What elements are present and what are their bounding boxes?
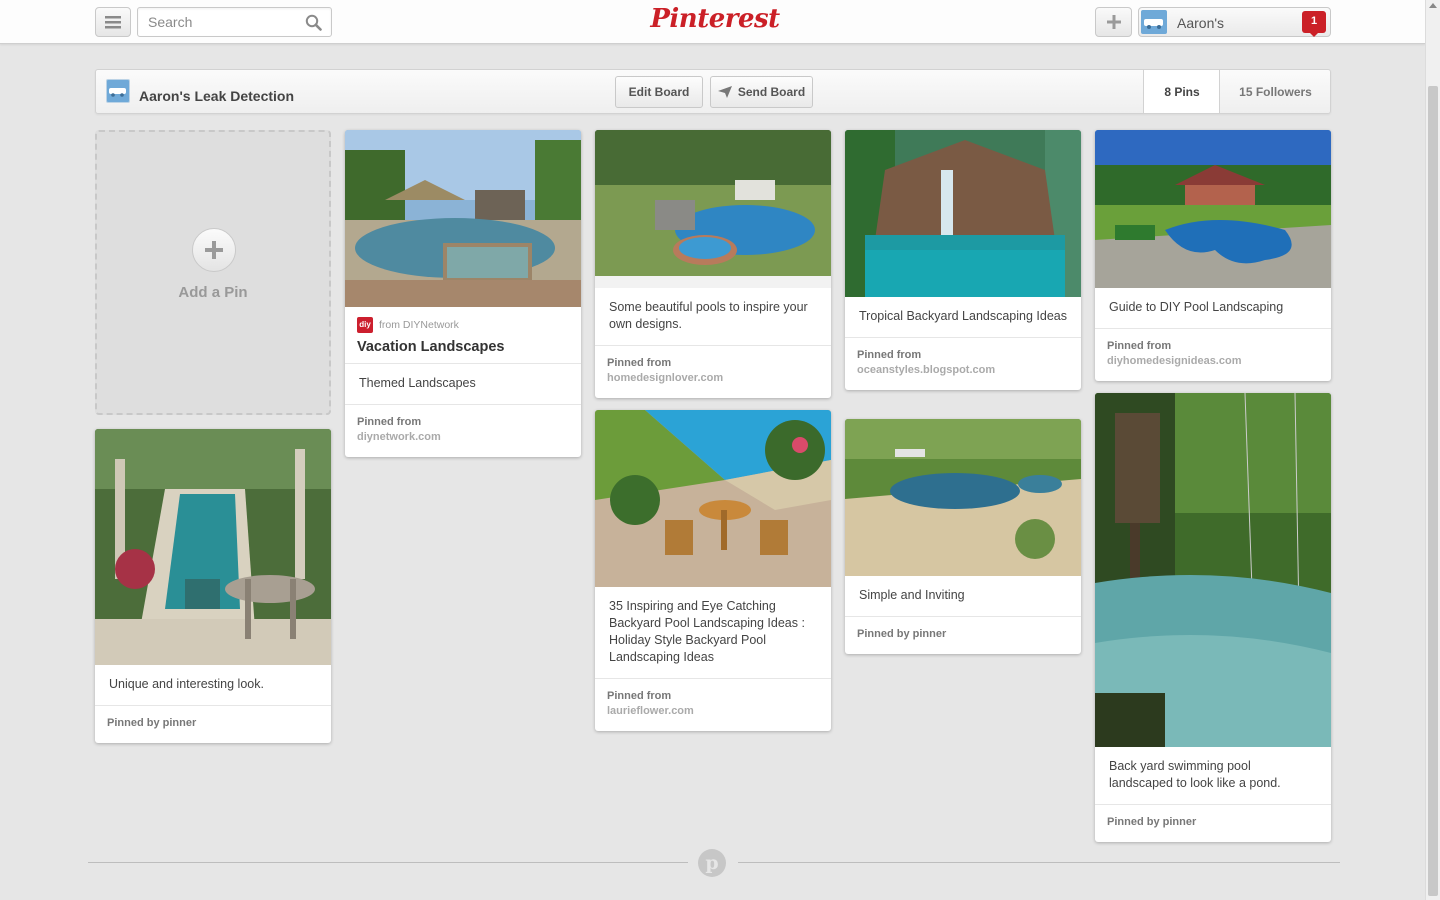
pin-credit-source[interactable]: oceanstyles.blogspot.com <box>857 363 1069 378</box>
pin-description: Guide to DIY Pool Landscaping <box>1095 288 1331 329</box>
tab-pins[interactable]: 8 Pins <box>1143 70 1220 113</box>
pin-card[interactable]: Tropical Backyard Landscaping Ideas Pinn… <box>845 130 1081 390</box>
pin-credit-prefix: Pinned from <box>607 357 672 369</box>
pin-credit-source[interactable]: diyhomedesignideas.com <box>1107 354 1319 369</box>
pin-from-label[interactable]: from DIYNetwork <box>379 319 459 331</box>
van-icon <box>109 88 126 97</box>
avatar <box>1141 10 1167 34</box>
search-box <box>137 7 332 37</box>
pin-credit-source[interactable]: pinner <box>1163 816 1197 828</box>
pin-credit: Pinned from diyhomedesignideas.com <box>1095 329 1331 381</box>
pin-description: Tropical Backyard Landscaping Ideas <box>845 297 1081 338</box>
pin-credit: Pinned from oceanstyles.blogspot.com <box>845 338 1081 390</box>
board-header: Aaron's Leak Detection Edit Board Send B… <box>95 69 1331 114</box>
pin-credit-prefix: Pinned from <box>357 416 422 428</box>
board-title: Aaron's Leak Detection <box>139 88 295 104</box>
send-board-label: Send Board <box>737 85 806 99</box>
pin-credit-source[interactable]: homedesignlover.com <box>607 371 819 386</box>
pin-description: Themed Landscapes <box>345 364 581 405</box>
pin-image[interactable] <box>95 429 331 665</box>
pin-credit-prefix: Pinned from <box>607 690 672 702</box>
pinterest-logo[interactable]: Pinterest <box>640 4 790 34</box>
pin-card[interactable]: diy from DIYNetwork Vacation Landscapes … <box>345 130 581 457</box>
hamburger-icon <box>105 15 121 28</box>
pin-description: Some beautiful pools to inspire your own… <box>595 288 831 346</box>
pin-credit-source[interactable]: laurieflower.com <box>607 704 819 719</box>
search-icon[interactable] <box>305 14 322 31</box>
pin-credit: Pinned by pinner <box>1095 805 1331 842</box>
pin-image[interactable] <box>595 410 831 587</box>
board-avatar <box>106 79 130 103</box>
pin-credit-source[interactable]: diynetwork.com <box>357 430 569 445</box>
pin-credit: Pinned from laurieflower.com <box>595 679 831 731</box>
scroll-thumb[interactable] <box>1428 86 1438 896</box>
pin-card[interactable]: Simple and Inviting Pinned by pinner <box>845 419 1081 654</box>
tab-followers[interactable]: 15 Followers <box>1219 70 1331 113</box>
footer-divider-right <box>738 862 1340 863</box>
pin-credit-source[interactable]: pinner <box>913 628 947 640</box>
pin-description: Unique and interesting look. <box>95 665 331 706</box>
pinterest-p-icon[interactable]: p <box>698 849 726 877</box>
page-scrollbar[interactable] <box>1425 0 1440 900</box>
scroll-up-arrow-icon[interactable] <box>1429 3 1437 8</box>
add-button[interactable] <box>1095 7 1132 37</box>
pin-credit-prefix: Pinned from <box>1107 340 1172 352</box>
pin-image[interactable] <box>1095 130 1331 288</box>
add-pin-circle <box>192 228 236 272</box>
pin-card[interactable]: Guide to DIY Pool Landscaping Pinned fro… <box>1095 130 1331 381</box>
plus-icon <box>205 241 223 259</box>
add-pin-tile[interactable]: Add a Pin <box>95 130 331 415</box>
pin-card[interactable]: Unique and interesting look. Pinned by p… <box>95 429 331 743</box>
paper-plane-icon <box>717 86 732 98</box>
notification-badge[interactable]: 1 <box>1302 11 1326 37</box>
followers-count: 15 Followers <box>1239 84 1312 99</box>
pin-credit: Pinned by pinner <box>95 706 331 743</box>
pin-description: Back yard swimming pool landscaped to lo… <box>1095 747 1331 805</box>
pin-rich-info: diy from DIYNetwork Vacation Landscapes <box>345 307 581 364</box>
pin-description: 35 Inspiring and Eye Catching Backyard P… <box>595 587 831 679</box>
pin-credit-prefix: Pinned by <box>1107 816 1160 828</box>
menu-button[interactable] <box>95 7 131 37</box>
pin-credit-prefix: Pinned by <box>107 717 160 729</box>
footer-divider-left <box>88 862 688 863</box>
pin-card[interactable]: Some beautiful pools to inspire your own… <box>595 130 831 398</box>
pin-image[interactable] <box>345 130 581 307</box>
pin-image[interactable] <box>1095 393 1331 747</box>
pin-credit: Pinned from diynetwork.com <box>345 405 581 457</box>
pins-count: 8 Pins <box>1164 84 1200 99</box>
pin-source-line: diy from DIYNetwork <box>357 317 569 333</box>
pin-card[interactable]: 35 Inspiring and Eye Catching Backyard P… <box>595 410 831 731</box>
top-header: Pinterest Aaron's 1 <box>0 0 1425 44</box>
pin-image[interactable] <box>845 419 1081 576</box>
user-menu-button[interactable]: Aaron's 1 <box>1138 7 1331 37</box>
pin-image[interactable] <box>595 130 831 288</box>
pin-image[interactable] <box>845 130 1081 297</box>
pin-credit-prefix: Pinned from <box>857 349 922 361</box>
pin-credit-prefix: Pinned by <box>857 628 910 640</box>
pin-credit-source[interactable]: pinner <box>163 717 197 729</box>
add-pin-label: Add a Pin <box>178 284 248 301</box>
send-board-button[interactable]: Send Board <box>710 76 813 108</box>
diy-network-logo-icon: diy <box>357 317 373 333</box>
pin-credit: Pinned by pinner <box>845 617 1081 654</box>
pin-description: Simple and Inviting <box>845 576 1081 617</box>
edit-board-button[interactable]: Edit Board <box>615 76 703 108</box>
plus-icon <box>1106 15 1121 29</box>
edit-board-label: Edit Board <box>628 85 690 99</box>
van-icon <box>1144 19 1163 29</box>
search-input[interactable] <box>138 8 298 36</box>
pin-card[interactable]: Back yard swimming pool landscaped to lo… <box>1095 393 1331 842</box>
user-name: Aaron's <box>1177 15 1225 31</box>
pin-title[interactable]: Vacation Landscapes <box>357 339 569 355</box>
pin-credit: Pinned from homedesignlover.com <box>595 346 831 398</box>
